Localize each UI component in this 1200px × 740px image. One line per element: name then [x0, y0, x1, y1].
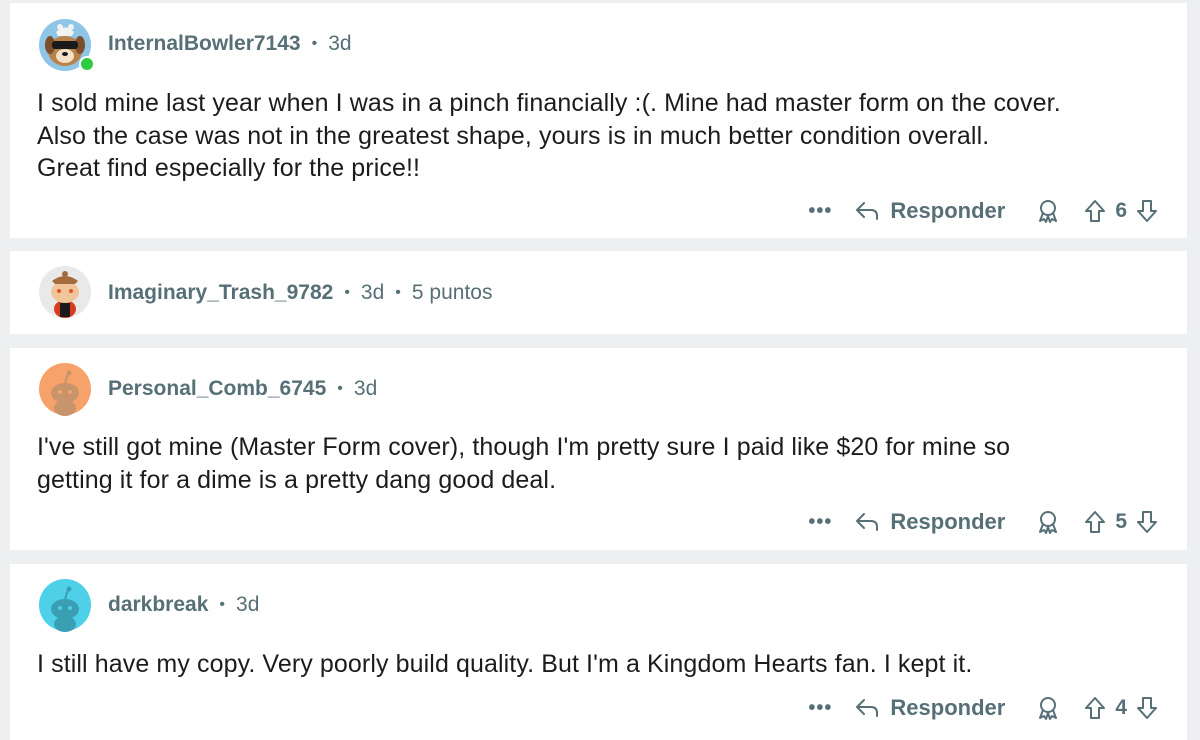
username[interactable]: Personal_Comb_6745	[108, 377, 326, 401]
comment-card: InternalBowler7143 • 3d I sold mine last…	[10, 3, 1187, 238]
online-status-indicator	[79, 56, 95, 72]
reply-arrow-icon	[856, 699, 879, 717]
comment-actions: ••• Responder 6	[804, 195, 1159, 227]
award-button[interactable]	[1035, 695, 1061, 721]
upvote-arrow-icon[interactable]	[1083, 695, 1107, 721]
comment-body: I sold mine last year when I was in a pi…	[37, 87, 1167, 185]
comment-meta: Imaginary_Trash_9782 • 3d • 5 puntos	[108, 279, 492, 307]
default-snoo-teal-icon[interactable]	[38, 578, 92, 632]
comment-age: 3d	[328, 32, 352, 55]
comment-actions: ••• Responder 4	[804, 692, 1159, 724]
vote-controls: 5	[1083, 509, 1159, 535]
comment-body: I still have my copy. Very poorly build …	[37, 648, 1167, 681]
downvote-arrow-icon[interactable]	[1135, 695, 1159, 721]
upvote-arrow-icon[interactable]	[1083, 198, 1107, 224]
award-button[interactable]	[1035, 509, 1061, 535]
default-snoo-orange-icon[interactable]	[38, 362, 92, 416]
comment-actions: ••• Responder 5	[804, 506, 1159, 538]
more-options-button[interactable]: •••	[804, 201, 836, 221]
reply-label: Responder	[890, 509, 1006, 534]
downvote-arrow-icon[interactable]	[1135, 198, 1159, 224]
comment-line: I still have my copy. Very poorly build …	[37, 650, 973, 678]
comment-points: 5 puntos	[411, 281, 493, 304]
award-icon	[1039, 200, 1058, 223]
comment-card-collapsed[interactable]: Imaginary_Trash_9782 • 3d • 5 puntos	[10, 251, 1187, 334]
more-options-button[interactable]: •••	[804, 512, 836, 532]
comment-meta: InternalBowler7143 • 3d	[108, 30, 352, 58]
comment-line: getting it for a dime is a pretty dang g…	[37, 465, 557, 494]
reply-arrow-icon	[856, 513, 879, 531]
reply-button[interactable]: Responder	[854, 198, 1005, 224]
vote-score: 5	[1115, 510, 1127, 533]
separator-dot: •	[311, 35, 318, 52]
award-button[interactable]	[1035, 198, 1061, 224]
username[interactable]: InternalBowler7143	[108, 32, 301, 56]
username[interactable]: darkbreak	[108, 593, 208, 617]
comment-meta: Personal_Comb_6745 • 3d	[108, 375, 377, 403]
vote-controls: 6	[1083, 198, 1159, 224]
separator-dot: •	[219, 596, 226, 613]
upvote-arrow-icon[interactable]	[1083, 509, 1107, 535]
reply-button[interactable]: Responder	[854, 695, 1005, 721]
separator-dot: •	[395, 284, 401, 301]
reply-button[interactable]: Responder	[854, 509, 1005, 535]
comment-line: Great find especially for the price!!	[37, 154, 421, 182]
vote-score: 4	[1115, 696, 1127, 719]
vote-score: 6	[1115, 199, 1127, 222]
more-options-button[interactable]: •••	[804, 698, 836, 718]
comment-age: 3d	[236, 593, 260, 616]
reply-arrow-icon	[856, 202, 879, 220]
award-icon	[1039, 697, 1058, 720]
reply-label: Responder	[890, 198, 1006, 223]
comment-line: I sold mine last year when I was in a pi…	[37, 89, 1061, 117]
comment-age: 3d	[360, 281, 385, 304]
comment-body: I've still got mine (Master Form cover),…	[37, 431, 1167, 496]
vote-controls: 4	[1083, 695, 1159, 721]
comment-meta: darkbreak • 3d	[108, 591, 259, 619]
reply-label: Responder	[890, 695, 1006, 720]
username[interactable]: Imaginary_Trash_9782	[108, 281, 333, 305]
comment-line: Also the case was not in the greatest sh…	[37, 121, 990, 150]
downvote-arrow-icon[interactable]	[1135, 509, 1159, 535]
award-icon	[1039, 511, 1058, 534]
separator-dot: •	[344, 284, 350, 301]
snoo-avatar-icon[interactable]	[38, 265, 92, 319]
comment-line: I've still got mine (Master Form cover),…	[37, 433, 1011, 461]
comment-card: darkbreak • 3d I still have my copy. Ver…	[10, 564, 1187, 740]
separator-dot: •	[337, 380, 343, 397]
comment-card: Personal_Comb_6745 • 3d I've still got m…	[10, 348, 1187, 550]
comment-age: 3d	[353, 377, 378, 400]
